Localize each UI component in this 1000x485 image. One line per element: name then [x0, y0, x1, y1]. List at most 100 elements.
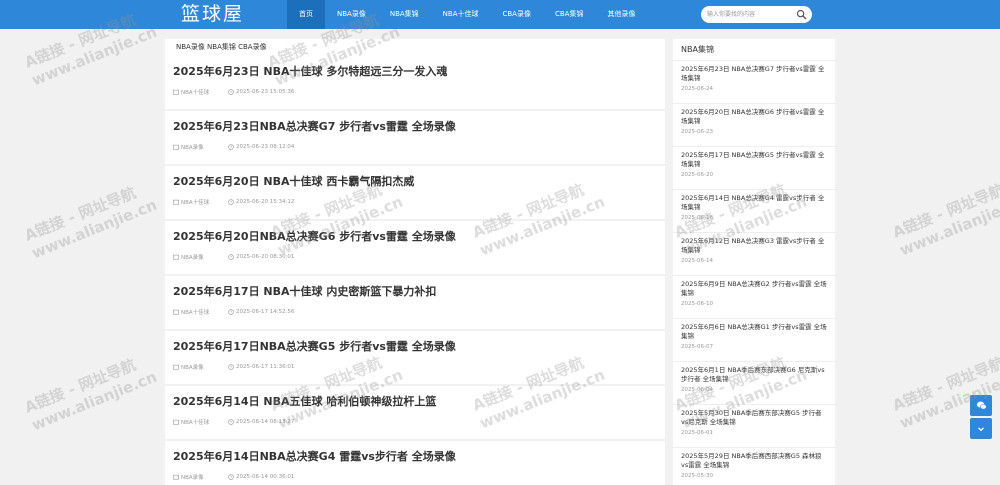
article-item[interactable]: 2025年6月17日NBA总决赛G5 步行者vs雷霆 全场录像 NBA录像 20… [165, 331, 665, 384]
clock-icon [228, 309, 234, 315]
sidebar-item[interactable]: 2025年6月23日 NBA总决赛G7 步行者vs雷霆 全场集锦 2025-06-… [673, 61, 835, 104]
article-time: 2025-06-17 11:36:01 [236, 364, 295, 370]
sidebar-item-title[interactable]: 2025年6月1日 NBA季后赛东部决赛G6 尼克斯vs步行者 全场集锦 [681, 366, 827, 385]
sidebar-item[interactable]: 2025年6月6日 NBA总决赛G1 步行者vs雷霆 全场集锦 2025-06-0… [673, 319, 835, 362]
article-meta: NBA录像 2025-06-23 08:12:04 [173, 143, 657, 151]
nav-item-nba-video[interactable]: NBA录像 [325, 0, 378, 29]
article-time: 2025-06-14 00:36:01 [236, 474, 295, 480]
sidebar-item-title[interactable]: 2025年6月12日 NBA总决赛G3 雷霆vs步行者 全场集锦 [681, 237, 827, 256]
chevron-down-icon [978, 426, 984, 431]
nav-item-nba-top10[interactable]: NBA十佳球 [431, 0, 491, 29]
site-logo[interactable]: 篮球屋 [181, 2, 244, 26]
article-category[interactable]: NBA十佳球 [181, 308, 209, 316]
search-input[interactable] [707, 8, 792, 21]
article-item[interactable]: 2025年6月14日 NBA五佳球 哈利伯顿神级拉杆上篮 NBA十佳球 2025… [165, 386, 665, 439]
article-title[interactable]: 2025年6月14日NBA总决赛G4 雷霆vs步行者 全场录像 [173, 450, 657, 464]
sidebar-item[interactable]: 2025年5月29日 NBA季后赛西部决赛G5 森林狼vs雷霆 全场集锦 2025… [673, 448, 835, 485]
wechat-icon [976, 401, 987, 410]
scroll-down-button[interactable] [970, 418, 992, 439]
article-title[interactable]: 2025年6月20日NBA总决赛G6 步行者vs雷霆 全场录像 [173, 230, 657, 244]
article-title[interactable]: 2025年6月17日NBA总决赛G5 步行者vs雷霆 全场录像 [173, 340, 657, 354]
article-category[interactable]: NBA十佳球 [181, 198, 209, 206]
sidebar-item-title[interactable]: 2025年6月6日 NBA总决赛G1 步行者vs雷霆 全场集锦 [681, 323, 827, 342]
article-time: 2025-06-20 08:30:01 [236, 254, 295, 260]
sidebar-item[interactable]: 2025年6月12日 NBA总决赛G3 雷霆vs步行者 全场集锦 2025-06-… [673, 233, 835, 276]
article-item[interactable]: 2025年6月20日 NBA十佳球 西卡霸气隔扣杰威 NBA十佳球 2025-0… [165, 166, 665, 219]
site-header: 篮球屋 首页 NBA录像 NBA集锦 NBA十佳球 CBA录像 CBA集锦 其他… [0, 0, 1000, 29]
article-time: 2025-06-23 08:12:04 [236, 144, 295, 150]
article-title[interactable]: 2025年6月20日 NBA十佳球 西卡霸气隔扣杰威 [173, 175, 657, 189]
sidebar-item[interactable]: 2025年6月20日 NBA总决赛G6 步行者vs雷霆 全场集锦 2025-06-… [673, 104, 835, 147]
article-item[interactable]: 2025年6月17日 NBA十佳球 内史密斯篮下暴力补扣 NBA十佳球 2025… [165, 276, 665, 329]
article-meta: NBA十佳球 2025-06-20 15:34:12 [173, 198, 657, 206]
folder-icon [173, 364, 179, 370]
clock-icon [228, 364, 234, 370]
sidebar-title: NBA集锦 [673, 39, 835, 61]
article-meta: NBA十佳球 2025-06-17 14:52:56 [173, 308, 657, 316]
sidebar-item-date: 2025-06-20 [681, 172, 713, 178]
article-category[interactable]: NBA录像 [181, 473, 204, 481]
clock-icon [228, 254, 234, 260]
watermark: A链接 - 网址导航 www.alianjie.cn [22, 355, 160, 435]
category-links[interactable]: NBA录像 NBA集锦 CBA录像 [165, 39, 665, 56]
nav-item-cba-highlights[interactable]: CBA集锦 [543, 0, 595, 29]
search-box [701, 6, 812, 23]
article-time: 2025-06-23 15:05:36 [236, 89, 295, 95]
sidebar-item-title[interactable]: 2025年5月29日 NBA季后赛西部决赛G5 森林狼vs雷霆 全场集锦 [681, 452, 827, 471]
article-item[interactable]: 2025年6月23日 NBA十佳球 多尔特超远三分一发入魂 NBA十佳球 202… [165, 56, 665, 109]
article-time: 2025-06-17 14:52:56 [236, 309, 295, 315]
sidebar-item-date: 2025-06-23 [681, 129, 713, 135]
sidebar-item-title[interactable]: 2025年6月9日 NBA总决赛G2 步行者vs雷霆 全场集锦 [681, 280, 827, 299]
article-title[interactable]: 2025年6月23日 NBA十佳球 多尔特超远三分一发入魂 [173, 65, 657, 79]
article-category[interactable]: NBA十佳球 [181, 418, 209, 426]
nav-item-home[interactable]: 首页 [287, 0, 325, 29]
sidebar-item-date: 2025-06-14 [681, 258, 713, 264]
article-meta: NBA录像 2025-06-17 11:36:01 [173, 363, 657, 371]
nav-item-nba-highlights[interactable]: NBA集锦 [378, 0, 431, 29]
sidebar-item[interactable]: 2025年6月17日 NBA总决赛G5 步行者vs雷霆 全场集锦 2025-06-… [673, 147, 835, 190]
nav-item-other-video[interactable]: 其他录像 [595, 0, 647, 29]
clock-icon [228, 144, 234, 150]
article-title[interactable]: 2025年6月14日 NBA五佳球 哈利伯顿神级拉杆上篮 [173, 395, 657, 409]
article-meta: NBA录像 2025-06-14 00:36:01 [173, 473, 657, 481]
main-nav: 首页 NBA录像 NBA集锦 NBA十佳球 CBA录像 CBA集锦 其他录像 [287, 0, 647, 29]
folder-icon [173, 309, 179, 315]
sidebar-item[interactable]: 2025年6月14日 NBA总决赛G4 雷霆vs步行者 全场集锦 2025-06-… [673, 190, 835, 233]
clock-icon [228, 199, 234, 205]
sidebar-item-date: 2025-06-24 [681, 86, 713, 92]
sidebar-item[interactable]: 2025年6月9日 NBA总决赛G2 步行者vs雷霆 全场集锦 2025-06-1… [673, 276, 835, 319]
search-icon[interactable] [796, 9, 807, 20]
article-item[interactable]: 2025年6月14日NBA总决赛G4 雷霆vs步行者 全场录像 NBA录像 20… [165, 441, 665, 485]
sidebar-item-date: 2025-06-16 [681, 215, 713, 221]
clock-icon [228, 89, 234, 95]
sidebar-item-title[interactable]: 2025年6月20日 NBA总决赛G6 步行者vs雷霆 全场集锦 [681, 108, 827, 127]
wechat-button[interactable] [970, 395, 992, 416]
folder-icon [173, 419, 179, 425]
article-time: 2025-06-20 15:34:12 [236, 199, 295, 205]
folder-icon [173, 144, 179, 150]
sidebar-item[interactable]: 2025年6月1日 NBA季后赛东部决赛G6 尼克斯vs步行者 全场集锦 2025… [673, 362, 835, 405]
article-time: 2025-06-14 08:13:27 [236, 419, 295, 425]
article-category[interactable]: NBA十佳球 [181, 88, 209, 96]
article-meta: NBA十佳球 2025-06-14 08:13:27 [173, 418, 657, 426]
article-category[interactable]: NBA录像 [181, 143, 204, 151]
folder-icon [173, 89, 179, 95]
nav-item-cba-video[interactable]: CBA录像 [490, 0, 542, 29]
article-title[interactable]: 2025年6月23日NBA总决赛G7 步行者vs雷霆 全场录像 [173, 120, 657, 134]
sidebar-item-date: 2025-06-04 [681, 387, 713, 393]
clock-icon [228, 474, 234, 480]
folder-icon [173, 254, 179, 260]
article-item[interactable]: 2025年6月23日NBA总决赛G7 步行者vs雷霆 全场录像 NBA录像 20… [165, 111, 665, 164]
article-title[interactable]: 2025年6月17日 NBA十佳球 内史密斯篮下暴力补扣 [173, 285, 657, 299]
sidebar-item-title[interactable]: 2025年6月17日 NBA总决赛G5 步行者vs雷霆 全场集锦 [681, 151, 827, 170]
sidebar-item-date: 2025-06-10 [681, 301, 713, 307]
article-category[interactable]: NBA录像 [181, 253, 204, 261]
sidebar-item[interactable]: 2025年5月30日 NBA季后赛东部决赛G5 步行者vs尼克斯 全场集锦 202… [673, 405, 835, 448]
sidebar-item-title[interactable]: 2025年6月23日 NBA总决赛G7 步行者vs雷霆 全场集锦 [681, 65, 827, 84]
article-category[interactable]: NBA录像 [181, 363, 204, 371]
watermark: A链接 - 网址导航 www.alianjie.cn [890, 180, 1000, 260]
sidebar-highlights: NBA集锦 2025年6月23日 NBA总决赛G7 步行者vs雷霆 全场集锦 20… [673, 39, 835, 485]
sidebar-item-title[interactable]: 2025年5月30日 NBA季后赛东部决赛G5 步行者vs尼克斯 全场集锦 [681, 409, 827, 428]
article-item[interactable]: 2025年6月20日NBA总决赛G6 步行者vs雷霆 全场录像 NBA录像 20… [165, 221, 665, 274]
sidebar-item-title[interactable]: 2025年6月14日 NBA总决赛G4 雷霆vs步行者 全场集锦 [681, 194, 827, 213]
